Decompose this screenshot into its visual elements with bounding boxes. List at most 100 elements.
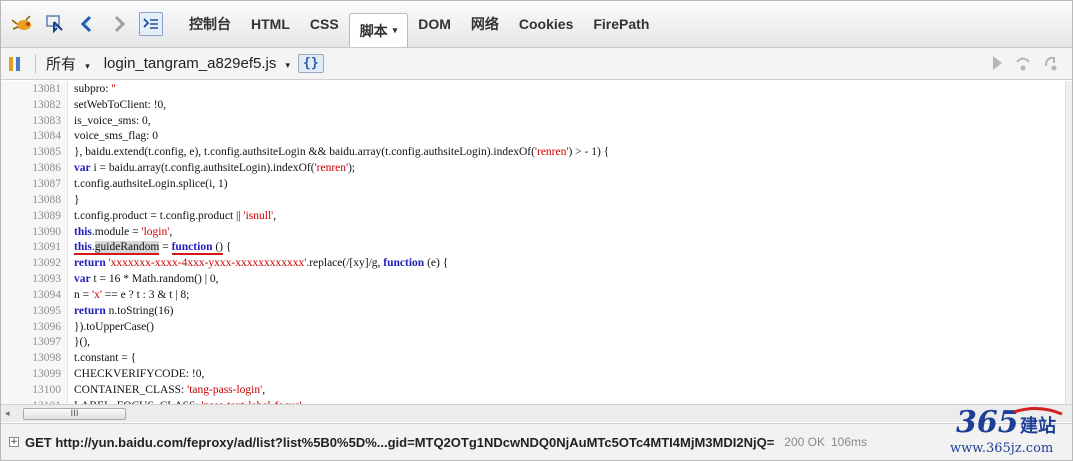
scroll-left-icon[interactable]: ◂ <box>5 409 10 419</box>
code-line[interactable]: 13081 subpro: '' <box>1 81 1065 97</box>
tab-cookies[interactable]: Cookies <box>509 7 583 41</box>
line-number[interactable]: 13100 <box>1 382 68 398</box>
filter-label: 所有 <box>46 56 77 73</box>
code-line[interactable]: 13098 t.constant = { <box>1 350 1065 367</box>
pretty-print-button[interactable]: {} <box>298 54 324 73</box>
script-source-view[interactable]: 13081 subpro: '' 13082 setWebToClient: !0,… <box>1 81 1065 404</box>
code-line[interactable]: 13100 CONTAINER_CLASS: 'tang-pass-login', <box>1 382 1065 398</box>
code-line[interactable]: 13086 var i = baidu.array(t.config.authsi… <box>1 160 1065 177</box>
tab-css[interactable]: CSS <box>300 7 349 41</box>
code-line[interactable]: 13082 setWebToClient: !0, <box>1 96 1065 113</box>
code-text: }).toUpperCase() <box>74 320 154 333</box>
command-line-icon[interactable] <box>139 12 163 36</box>
chevron-down-icon: ▾ <box>392 25 398 35</box>
tab-net[interactable]: 网络 <box>461 7 509 41</box>
code-text: var t = 16 * Math.random() | 0, <box>74 273 219 286</box>
line-number[interactable]: 13096 <box>1 318 68 335</box>
line-number[interactable]: 13089 <box>1 207 68 224</box>
code-text: CONTAINER_CLASS: 'tang-pass-login', <box>74 383 266 396</box>
scrollbar-thumb[interactable]: III <box>23 408 126 420</box>
tab-script[interactable]: 脚本 ▾ <box>348 13 409 47</box>
code-text: voice_sms_flag: 0 <box>74 130 158 143</box>
filter-dropdown[interactable]: 所有 ▾ <box>46 53 90 74</box>
line-number[interactable]: 13092 <box>1 255 68 272</box>
pause-icon[interactable] <box>9 55 25 73</box>
line-number[interactable]: 13090 <box>1 223 68 240</box>
chevron-down-icon: ▾ <box>85 61 90 71</box>
code-line[interactable]: 13090 this.module = 'login', <box>1 223 1065 240</box>
line-number[interactable]: 13085 <box>1 144 68 161</box>
divider <box>35 53 36 74</box>
firebug-icon[interactable] <box>11 12 35 36</box>
code-text: t.constant = { <box>74 352 137 365</box>
code-text: this.guideRandom = function () { <box>74 241 232 256</box>
code-text: } <box>74 193 80 206</box>
back-arrow-icon[interactable] <box>75 12 99 36</box>
line-number[interactable]: 13084 <box>1 128 68 145</box>
horizontal-scrollbar[interactable]: ◂ III <box>1 404 1072 422</box>
code-text: return n.toString(16) <box>74 304 174 317</box>
forward-arrow-icon[interactable] <box>107 12 131 36</box>
firebug-toolbar: 控制台 HTML CSS 脚本 ▾ DOM 网络 Cookies FirePat… <box>1 1 1072 48</box>
file-label: login_tangram_a829ef5.js <box>103 55 277 72</box>
script-toolbar: 所有 ▾ login_tangram_a829ef5.js ▾ {} <box>1 48 1072 80</box>
tab-console[interactable]: 控制台 <box>179 7 241 41</box>
code-text: }(), <box>74 336 91 349</box>
svg-text:www.365jz.com: www.365jz.com <box>950 441 1053 456</box>
code-line[interactable]: 13096 }).toUpperCase() <box>1 318 1065 335</box>
code-text: setWebToClient: !0, <box>74 98 167 111</box>
code-text: n = 'x' == e ? t : 3 & t | 8; <box>74 288 190 301</box>
code-line[interactable]: 13099 CHECKVERIFYCODE: !0, <box>1 366 1065 383</box>
code-text: t.config.product = t.config.product || '… <box>74 209 277 222</box>
line-number[interactable]: 13082 <box>1 96 68 113</box>
code-line[interactable]: 13091 this.guideRandom = function () { <box>1 239 1065 256</box>
line-number[interactable]: 13086 <box>1 160 68 177</box>
step-into-icon[interactable] <box>1042 54 1060 72</box>
code-line[interactable]: 13097 }(), <box>1 334 1065 351</box>
network-request-row[interactable]: + GET http://yun.baidu.com/feproxy/ad/li… <box>1 423 1072 460</box>
line-number[interactable]: 13093 <box>1 271 68 287</box>
chevron-down-icon: ▾ <box>285 60 291 70</box>
continue-icon[interactable] <box>990 54 1004 72</box>
step-over-icon[interactable] <box>1014 54 1032 72</box>
code-line[interactable]: 13084 voice_sms_flag: 0 <box>1 128 1065 145</box>
vertical-scrollbar[interactable] <box>1065 81 1072 404</box>
code-text: is_voice_sms: 0, <box>74 114 151 127</box>
line-number[interactable]: 13099 <box>1 366 68 383</box>
tab-firepath[interactable]: FirePath <box>583 7 659 41</box>
line-number[interactable]: 13097 <box>1 334 68 351</box>
line-number[interactable]: 13087 <box>1 176 68 192</box>
code-text: t.config.authsiteLogin.splice(i, 1) <box>74 177 228 190</box>
expand-icon[interactable]: + <box>9 437 19 447</box>
code-line[interactable]: 13095 return n.toString(16) <box>1 302 1065 319</box>
line-number[interactable]: 13088 <box>1 191 68 208</box>
request-time: 106ms <box>831 435 868 449</box>
code-line[interactable]: 13089 t.config.product = t.config.product… <box>1 207 1065 224</box>
code-line[interactable]: 13092 return 'xxxxxxx-xxxx-4xxx-yxxx-xxxx… <box>1 255 1065 272</box>
tab-html[interactable]: HTML <box>241 7 300 41</box>
tab-dom[interactable]: DOM <box>408 7 461 41</box>
code-text: }, baidu.extend(t.config, e), t.config.a… <box>74 146 610 159</box>
svg-text:365: 365 <box>956 405 1019 440</box>
code-text: return 'xxxxxxx-xxxx-4xxx-yxxx-xxxxxxxxx… <box>74 257 449 270</box>
code-text: subpro: '' <box>74 82 116 95</box>
line-number[interactable]: 13098 <box>1 350 68 367</box>
code-line[interactable]: 13085 }, baidu.extend(t.config, e), t.con… <box>1 144 1065 161</box>
line-number[interactable]: 13094 <box>1 286 68 303</box>
line-number[interactable]: 13091 <box>1 239 68 256</box>
code-text: var i = baidu.array(t.config.authsiteLog… <box>74 162 356 175</box>
inspect-icon[interactable] <box>43 12 67 36</box>
watermark-logo: 365 建站 www.365jz.com <box>940 402 1070 458</box>
svg-text:建站: 建站 <box>1020 415 1056 437</box>
code-line[interactable]: 13087 t.config.authsiteLogin.splice(i, 1) <box>1 176 1065 192</box>
code-line[interactable]: 13088} <box>1 191 1065 208</box>
line-number[interactable]: 13081 <box>1 81 68 97</box>
line-number[interactable]: 13095 <box>1 302 68 319</box>
request-url[interactable]: GET http://yun.baidu.com/feproxy/ad/list… <box>25 435 774 450</box>
file-dropdown[interactable]: login_tangram_a829ef5.js ▾ <box>104 55 290 72</box>
code-line[interactable]: 13094 n = 'x' == e ? t : 3 & t | 8; <box>1 286 1065 303</box>
line-number[interactable]: 13083 <box>1 112 68 129</box>
code-line[interactable]: 13093 var t = 16 * Math.random() | 0, <box>1 271 1065 287</box>
code-text: CHECKVERIFYCODE: !0, <box>74 368 205 381</box>
code-line[interactable]: 13083 is_voice_sms: 0, <box>1 112 1065 129</box>
